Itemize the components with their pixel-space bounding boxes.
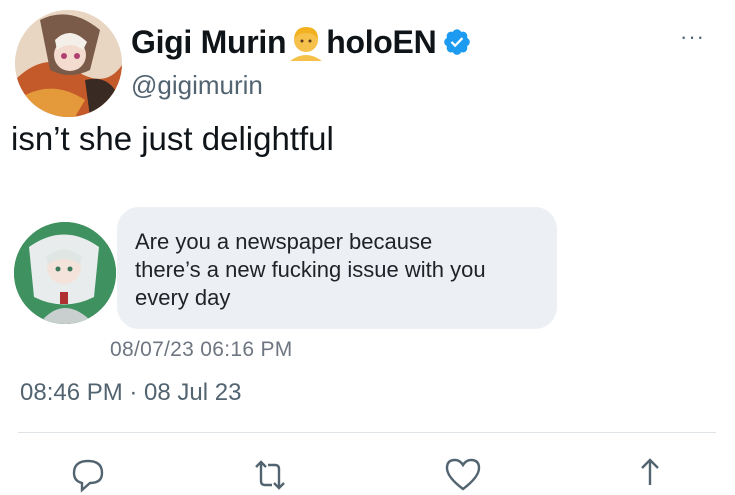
divider [18, 432, 716, 433]
tweet-timestamp[interactable]: 08:46 PM · 08 Jul 23 [20, 379, 241, 407]
display-name[interactable]: Gigi Murin [131, 24, 287, 61]
action-bar [0, 455, 735, 493]
message-text: Are you a newspaper because there’s a ne… [135, 229, 486, 310]
avatar-image [15, 10, 122, 117]
user-handle[interactable]: @gigimurin [131, 70, 263, 101]
verified-badge-icon [444, 29, 471, 55]
person-emoji-icon [290, 27, 323, 61]
more-options-icon[interactable]: ··· [680, 26, 705, 48]
retweet-icon[interactable] [250, 455, 290, 495]
embedded-message-avatar [14, 222, 116, 324]
tweet-text: isn’t she just delightful [11, 120, 334, 157]
display-name-row[interactable]: Gigi Murin holoEN [131, 22, 472, 62]
reply-icon[interactable] [68, 455, 108, 495]
share-icon[interactable] [630, 455, 670, 495]
profile-avatar[interactable] [15, 10, 122, 117]
display-name-suffix[interactable]: holoEN [326, 24, 436, 61]
message-timestamp: 08/07/23 06:16 PM [110, 338, 293, 356]
like-icon[interactable] [443, 455, 483, 495]
embedded-avatar-image [14, 222, 116, 324]
